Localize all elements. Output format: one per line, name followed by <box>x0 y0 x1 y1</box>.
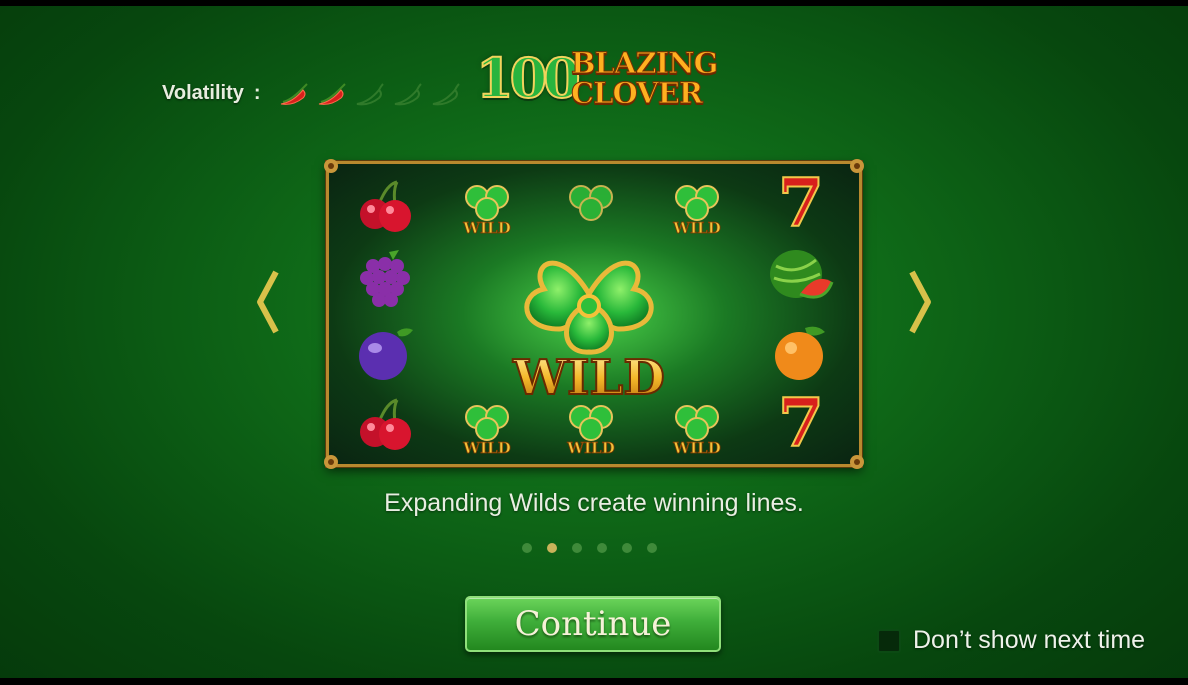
volatility-peppers <box>279 80 463 106</box>
logo-number: 100 <box>475 45 582 111</box>
logo-line-blazing: BLAZING <box>570 46 718 81</box>
continue-button[interactable]: Continue <box>465 596 721 652</box>
dont-show-label: Don’t show next time <box>913 626 1146 654</box>
volatility-label: Volatility <box>162 81 244 104</box>
orange-symbol-icon <box>765 322 837 384</box>
page-dot-active[interactable] <box>547 543 557 553</box>
bottom-letterbox <box>0 678 1188 685</box>
chili-pepper-filled-icon <box>280 83 308 105</box>
volatility-indicator: Volatility : <box>162 80 463 106</box>
logo-line-clover: CLOVER <box>571 76 704 111</box>
plum-symbol-icon <box>349 322 421 384</box>
intro-screen: Volatility : 100 BLAZING CLOVER 7 7 WILD… <box>0 0 1188 685</box>
frame-corner-ornament-icon <box>320 155 342 177</box>
page-dot[interactable] <box>597 543 607 553</box>
watermelon-symbol-icon <box>765 246 837 308</box>
seven-symbol-icon: 7 <box>777 384 825 462</box>
svg-text:WILD: WILD <box>512 350 665 406</box>
reel-preview: 7 7 WILD WILD WILD WILD WILD WILD <box>326 161 862 467</box>
svg-text:WILD: WILD <box>462 439 510 457</box>
page-indicator <box>522 543 657 553</box>
frame-corner-ornament-icon <box>846 155 868 177</box>
feature-caption: Expanding Wilds create winning lines. <box>384 489 804 517</box>
page-dot[interactable] <box>522 543 532 553</box>
chili-pepper-empty-icon <box>432 83 460 106</box>
volatility-colon: : <box>253 81 261 104</box>
svg-text:WILD: WILD <box>566 439 614 457</box>
chili-pepper-empty-icon <box>356 83 384 106</box>
frame-corner-ornament-icon <box>846 451 868 473</box>
page-dot[interactable] <box>622 543 632 553</box>
svg-text:WILD: WILD <box>672 439 720 457</box>
small-wild-clover-icon: WILD <box>451 176 523 238</box>
cherry-symbol-icon <box>349 176 421 238</box>
seven-symbol-icon: 7 <box>777 164 825 242</box>
next-arrow-icon[interactable] <box>908 270 932 334</box>
page-dot[interactable] <box>572 543 582 553</box>
small-clover-icon <box>555 176 627 238</box>
continue-button-label: Continue <box>514 604 672 644</box>
previous-arrow-icon[interactable] <box>256 270 280 334</box>
cherry-symbol-icon <box>349 394 421 456</box>
page-dot[interactable] <box>647 543 657 553</box>
chili-pepper-filled-icon <box>318 83 346 105</box>
game-logo: 100 BLAZING CLOVER <box>475 44 719 111</box>
top-letterbox <box>0 0 1188 6</box>
dont-show-checkbox[interactable] <box>877 628 901 653</box>
big-wild-clover-icon: WILD <box>489 234 689 414</box>
dont-show-next-time-toggle[interactable]: Don’t show next time <box>877 626 1145 655</box>
chili-pepper-empty-icon <box>394 83 422 106</box>
grape-symbol-icon <box>349 248 421 310</box>
small-wild-clover-icon: WILD <box>661 176 733 238</box>
frame-corner-ornament-icon <box>320 451 342 473</box>
